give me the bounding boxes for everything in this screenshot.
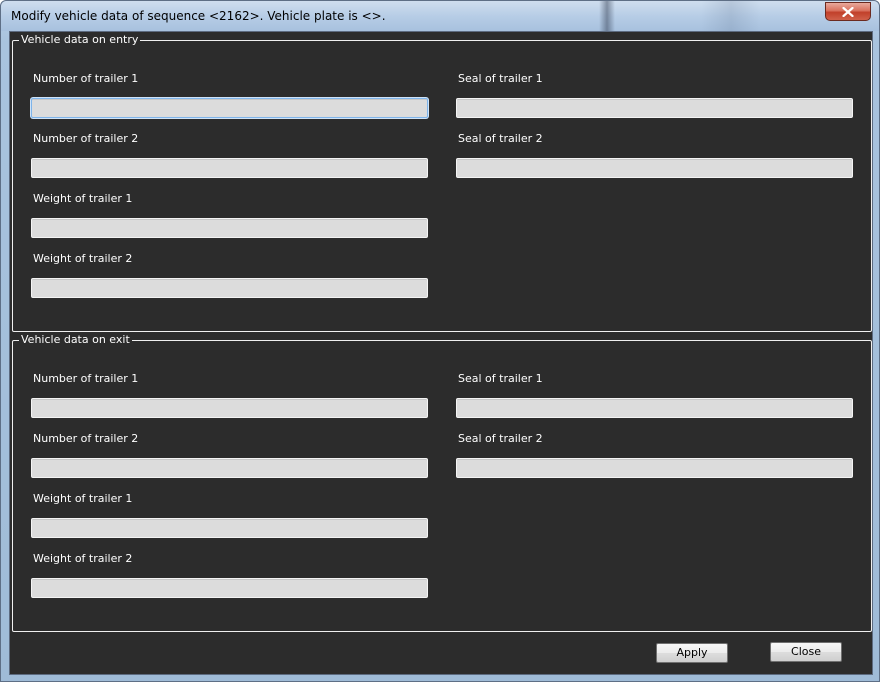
exit-group: Vehicle data on exit Number of trailer 1… [12,333,872,632]
exit-weight-trailer-1-input[interactable] [31,518,428,538]
close-button[interactable]: Close [770,642,842,662]
entry-seal-trailer-2-input[interactable] [456,158,853,178]
entry-weight-trailer-1-input[interactable] [31,218,428,238]
window-close-button[interactable] [825,2,871,21]
title-bar-highlight [599,1,615,31]
exit-seal-trailer-2-label: Seal of trailer 2 [458,432,543,445]
exit-seal-trailer-2-input[interactable] [456,458,853,478]
entry-weight-trailer-2-label: Weight of trailer 2 [33,252,133,265]
exit-number-trailer-1-input[interactable] [31,398,428,418]
title-bar-highlight [701,1,761,31]
entry-group-legend: Vehicle data on entry [19,33,141,47]
exit-group-legend: Vehicle data on exit [19,333,132,347]
exit-number-trailer-2-input[interactable] [31,458,428,478]
exit-weight-trailer-2-label: Weight of trailer 2 [33,552,133,565]
entry-seal-trailer-1-label: Seal of trailer 1 [458,72,543,85]
apply-button[interactable]: Apply [656,643,728,663]
entry-number-trailer-1-input[interactable] [31,98,428,118]
entry-seal-trailer-2-label: Seal of trailer 2 [458,132,543,145]
entry-seal-trailer-1-input[interactable] [456,98,853,118]
exit-seal-trailer-1-label: Seal of trailer 1 [458,372,543,385]
title-bar[interactable]: Modify vehicle data of sequence <2162>. … [1,1,879,31]
exit-number-trailer-1-label: Number of trailer 1 [33,372,139,385]
entry-number-trailer-1-label: Number of trailer 1 [33,72,139,85]
close-icon [842,6,854,17]
entry-number-trailer-2-label: Number of trailer 2 [33,132,139,145]
exit-number-trailer-2-label: Number of trailer 2 [33,432,139,445]
exit-seal-trailer-1-input[interactable] [456,398,853,418]
dialog-client-area: Vehicle data on entry Number of trailer … [9,31,873,675]
entry-number-trailer-2-input[interactable] [31,158,428,178]
exit-weight-trailer-1-label: Weight of trailer 1 [33,492,133,505]
entry-weight-trailer-2-input[interactable] [31,278,428,298]
entry-weight-trailer-1-label: Weight of trailer 1 [33,192,133,205]
exit-weight-trailer-2-input[interactable] [31,578,428,598]
dialog-window: Modify vehicle data of sequence <2162>. … [0,0,880,682]
entry-group: Vehicle data on entry Number of trailer … [12,33,872,332]
window-title: Modify vehicle data of sequence <2162>. … [11,9,386,23]
